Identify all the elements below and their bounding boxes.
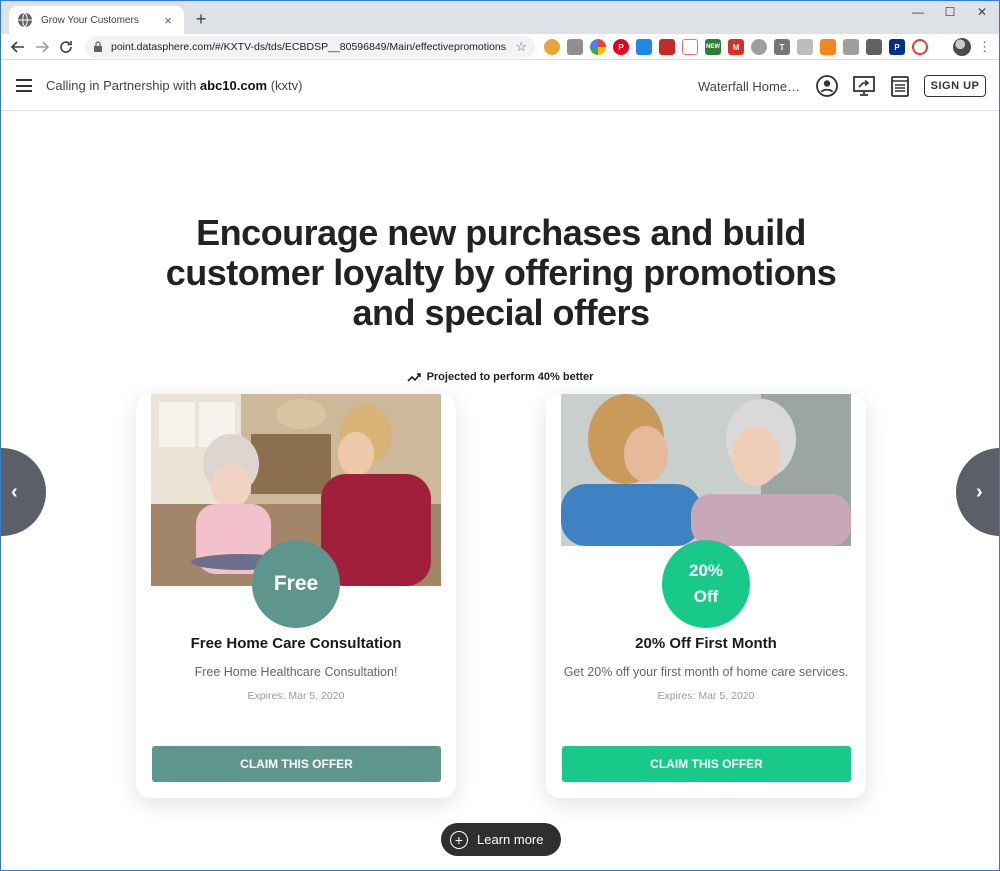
back-button[interactable] <box>9 38 27 56</box>
partner-domain: abc10.com <box>199 78 268 93</box>
offer-title: 20% Off First Month <box>635 635 777 652</box>
discount-badge: 20% Off <box>662 540 750 628</box>
free-badge: Free <box>252 540 340 628</box>
translate-icon[interactable] <box>843 39 859 55</box>
business-name[interactable]: Waterfall HomeCare <box>698 79 808 94</box>
new-tab-button[interactable]: + <box>191 9 211 29</box>
offer-expiry: Expires: Mar 5, 2020 <box>657 690 755 702</box>
close-tab-icon[interactable]: × <box>160 13 176 28</box>
pinterest-icon[interactable]: P <box>613 39 629 55</box>
offer-card-first-month-discount: 20% Off 20% Off First Month Get 20% off y… <box>546 394 866 798</box>
text-icon[interactable]: T <box>774 39 790 55</box>
partner-text: Calling in Partnership with abc10.com (k… <box>46 78 303 93</box>
forward-button[interactable] <box>33 38 51 56</box>
new-badge-icon[interactable]: NEW <box>705 39 721 55</box>
learn-more-button[interactable]: + Learn more <box>441 823 561 856</box>
projection-note: Projected to perform 40% better <box>1 371 999 383</box>
offer-card-free-consultation: Free Free Home Care Consultation Free Ho… <box>136 394 456 798</box>
cookie-icon[interactable] <box>544 39 560 55</box>
profile-avatar[interactable] <box>953 38 971 56</box>
maximize-button[interactable]: ☐ <box>935 5 965 21</box>
calendar-icon[interactable] <box>682 39 698 55</box>
url-text: point.datasphere.com/#/KXTV-ds/tds/ECBDS… <box>111 41 506 53</box>
chevron-right-icon: › <box>976 481 983 503</box>
claim-offer-button[interactable]: CLAIM THIS OFFER <box>152 746 441 782</box>
browser-window: Grow Your Customers × + — ☐ ✕ point.data… <box>0 0 1000 871</box>
offer-title: Free Home Care Consultation <box>190 635 402 652</box>
sign-up-button[interactable]: SIGN UP <box>924 75 986 97</box>
address-bar[interactable]: point.datasphere.com/#/KXTV-ds/tds/ECBDS… <box>85 36 535 58</box>
paypal-icon[interactable]: P <box>889 39 905 55</box>
camera-icon[interactable] <box>567 39 583 55</box>
close-window-button[interactable]: ✕ <box>967 5 997 21</box>
offer-description: Get 20% off your first month of home car… <box>563 665 849 679</box>
carousel-next-button[interactable]: › <box>956 448 999 536</box>
partner-suffix: (kxtv) <box>267 78 303 93</box>
star-icon[interactable]: ☆ <box>515 39 527 55</box>
puzzle-icon[interactable] <box>866 39 882 55</box>
plus-circle-icon: + <box>450 830 468 849</box>
screenshot-icon[interactable] <box>797 39 813 55</box>
learn-more-label: Learn more <box>477 832 544 847</box>
minimize-button[interactable]: — <box>903 5 933 21</box>
notepad-icon[interactable] <box>888 74 912 98</box>
user-account-icon[interactable] <box>815 74 839 98</box>
discount-badge-line2: Off <box>693 587 719 606</box>
grammar-icon[interactable] <box>751 39 767 55</box>
offer-description: Free Home Healthcare Consultation! <box>194 665 398 679</box>
bookmark-icon[interactable] <box>659 39 675 55</box>
trending-up-icon <box>406 373 421 382</box>
app-header: Calling in Partnership with abc10.com (k… <box>1 61 999 111</box>
projection-text: Projected to perform 40% better <box>426 371 594 383</box>
lock-icon <box>94 41 102 52</box>
globe-icon <box>18 12 32 28</box>
gmail-icon[interactable]: M <box>728 39 744 55</box>
reload-button[interactable] <box>57 38 75 56</box>
partner-prefix: Calling in Partnership with <box>46 78 200 93</box>
reload-icon <box>60 41 72 53</box>
carousel-prev-button[interactable]: ‹ <box>1 448 46 536</box>
presentation-icon[interactable] <box>852 74 876 98</box>
back-arrow-icon <box>11 41 24 53</box>
browser-toolbar: point.datasphere.com/#/KXTV-ds/tds/ECBDS… <box>1 34 999 60</box>
metamask-icon[interactable] <box>820 39 836 55</box>
claim-offer-button[interactable]: CLAIM THIS OFFER <box>562 746 851 782</box>
news-icon[interactable] <box>636 39 652 55</box>
chevron-left-icon: ‹ <box>11 481 18 503</box>
browser-tab[interactable]: Grow Your Customers × <box>9 6 184 34</box>
tab-title: Grow Your Customers <box>41 14 139 26</box>
discount-badge-line1: 20% <box>688 561 724 580</box>
page-headline: Encourage new purchases and build custom… <box>165 212 837 333</box>
nurse-hug-photo-image <box>561 394 851 546</box>
offer-expiry: Expires: Mar 5, 2020 <box>247 690 345 702</box>
hamburger-menu-icon[interactable] <box>16 79 32 92</box>
forward-arrow-icon <box>36 41 49 53</box>
tab-strip: Grow Your Customers × + — ☐ ✕ <box>1 1 999 34</box>
swirl-icon[interactable] <box>912 39 928 55</box>
color-wheel-icon[interactable] <box>590 39 606 55</box>
extensions-bar: P NEW M T P <box>544 39 928 55</box>
browser-menu-icon[interactable]: ⋮ <box>978 38 991 56</box>
